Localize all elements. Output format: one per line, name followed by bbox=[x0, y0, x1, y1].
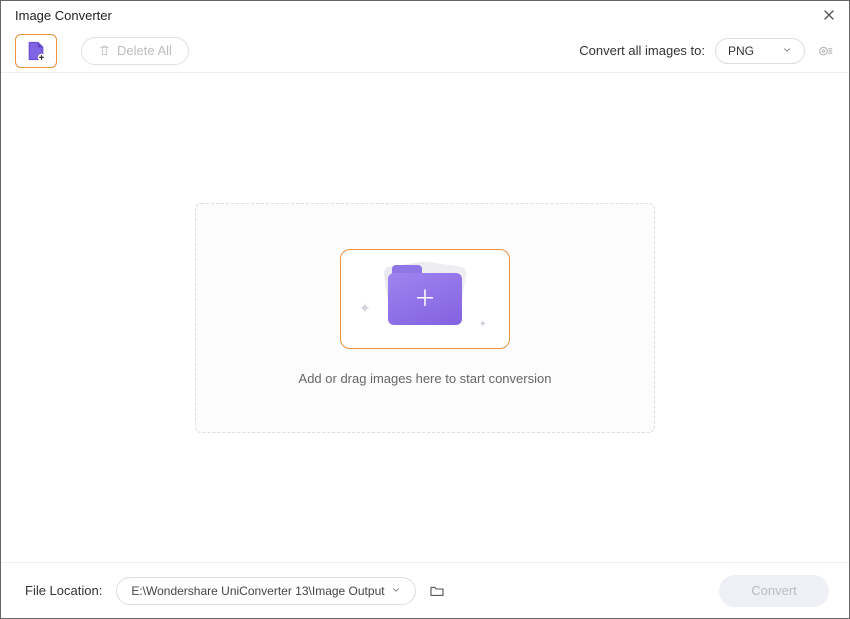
footer: File Location: E:\Wondershare UniConvert… bbox=[1, 562, 849, 618]
file-location-select[interactable]: E:\Wondershare UniConverter 13\Image Out… bbox=[116, 577, 416, 605]
add-images-illustration-button[interactable]: ✦ ✦ ＋ bbox=[340, 249, 510, 349]
titlebar: Image Converter bbox=[1, 1, 849, 29]
output-settings-button[interactable] bbox=[815, 41, 835, 61]
convert-button-label: Convert bbox=[751, 583, 797, 598]
open-folder-button[interactable] bbox=[426, 580, 448, 602]
window-title: Image Converter bbox=[15, 8, 112, 23]
add-file-icon bbox=[25, 40, 47, 62]
main-area: ✦ ✦ ＋ Add or drag images here to start c… bbox=[1, 73, 849, 562]
gear-icon bbox=[816, 42, 834, 60]
folder-plus-icon: ＋ bbox=[388, 273, 462, 325]
app-window: Image Converter Delete All Convert all i… bbox=[0, 0, 850, 619]
toolbar: Delete All Convert all images to: PNG bbox=[1, 29, 849, 73]
folder-icon bbox=[429, 583, 445, 599]
dropzone[interactable]: ✦ ✦ ＋ Add or drag images here to start c… bbox=[195, 203, 655, 433]
chevron-down-icon bbox=[391, 584, 401, 598]
trash-icon bbox=[98, 44, 111, 57]
sparkle-icon: ✦ bbox=[479, 319, 487, 330]
dropzone-hint: Add or drag images here to start convers… bbox=[299, 371, 552, 386]
output-format-select[interactable]: PNG bbox=[715, 38, 805, 64]
convert-to-label: Convert all images to: bbox=[579, 43, 705, 58]
file-location-value: E:\Wondershare UniConverter 13\Image Out… bbox=[131, 584, 384, 598]
add-files-button[interactable] bbox=[15, 34, 57, 68]
close-button[interactable] bbox=[821, 7, 837, 23]
chevron-down-icon bbox=[782, 44, 792, 58]
delete-all-button[interactable]: Delete All bbox=[81, 37, 189, 65]
output-format-value: PNG bbox=[728, 44, 754, 58]
sparkle-icon: ✦ bbox=[359, 300, 371, 317]
close-icon bbox=[822, 8, 836, 22]
delete-all-label: Delete All bbox=[117, 43, 172, 58]
file-location-label: File Location: bbox=[25, 583, 102, 598]
convert-button[interactable]: Convert bbox=[719, 575, 829, 607]
